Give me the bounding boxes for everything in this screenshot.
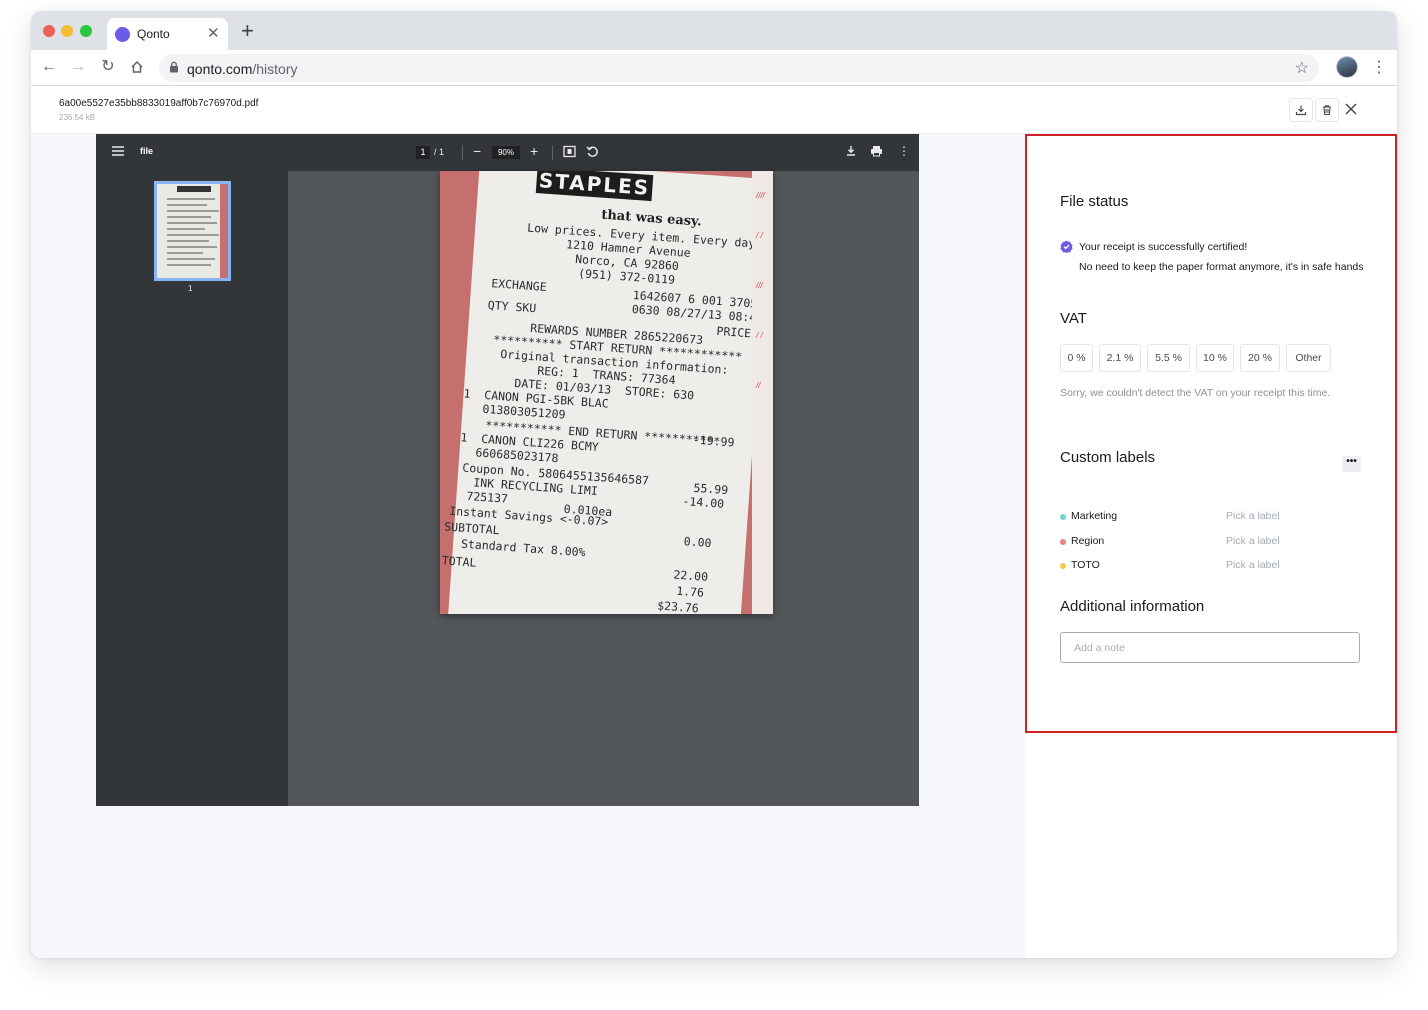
tab-close-icon[interactable]: ✕ [207,24,220,42]
custom-labels-more-button[interactable]: ••• [1342,456,1361,472]
vat-option-2-1[interactable]: 2.1 % [1099,344,1141,372]
bookmark-star-icon[interactable]: ☆ [1295,58,1309,78]
browser-tab[interactable]: Qonto ✕ [107,18,228,50]
file-status-title: File status [1060,193,1129,210]
custom-labels-title: Custom labels [1060,449,1156,466]
receipt-store-name: STAPLES [535,171,654,202]
profile-avatar[interactable] [1336,56,1358,78]
receipt-line: EXCHANGE [490,276,548,294]
file-size: 236.54 kB [59,113,96,122]
page-number-input[interactable]: 1 [416,146,430,159]
close-window-button[interactable] [43,25,55,37]
back-arrow-icon[interactable]: ← [39,57,59,77]
receipt-line: -19.99 [692,432,735,450]
pdf-more-options-icon[interactable]: ⋮ [898,143,910,159]
fit-page-icon[interactable] [563,145,576,158]
rotate-icon[interactable] [586,145,599,158]
vat-option-0[interactable]: 0 % [1060,344,1093,372]
receipt-line: TOTAL [441,553,477,570]
new-tab-icon[interactable]: + [241,20,254,42]
download-icon [1295,105,1307,116]
toolbar-divider [552,145,553,160]
hamburger-menu-icon[interactable] [112,146,124,156]
tab-title: Qonto [137,27,170,41]
page-total: / 1 [434,147,445,157]
label-color-dot [1060,514,1066,520]
download-button[interactable] [1289,98,1313,122]
receipt-details-panel: File status Your receipt is successfully… [1025,134,1397,958]
trash-icon [1323,105,1331,116]
label-name: Marketing [1071,510,1118,522]
browser-window: Qonto ✕ + ← → ↻ qonto.com/history ☆ ⋮ 6a… [31,11,1397,958]
pdf-toolbar: file 1 / 1 − 90% + ⋮ [96,134,919,171]
note-input[interactable] [1060,632,1360,663]
pdf-viewer[interactable]: file 1 / 1 − 90% + ⋮ 1 STAPLES that was … [96,134,919,806]
zoom-in-icon[interactable]: + [530,143,538,159]
receipt-line: SUBTOTAL [443,519,501,538]
page-thumbnail[interactable] [154,181,231,281]
qonto-favicon-icon [115,27,130,42]
pdf-download-icon[interactable] [845,145,857,157]
close-icon[interactable] [1344,102,1358,116]
address-bar[interactable]: qonto.com/history ☆ [159,54,1319,82]
receipt-line: 22.00 [672,567,709,584]
receipt-line: QTY SKU [487,297,537,316]
delete-button[interactable] [1315,98,1339,122]
label-color-dot [1060,539,1066,545]
receipt-line: 1.76 [675,583,705,600]
vat-option-5-5[interactable]: 5.5 % [1147,344,1190,372]
receipt-line: -14.00 [682,493,725,511]
label-name: TOTO [1071,559,1100,571]
print-icon[interactable] [870,145,883,157]
home-icon[interactable] [127,57,147,77]
file-header: 6a00e5527e35bb8833019aff0b7c76970d.pdf 2… [31,86,1397,134]
receipt-line: $23.76 [656,598,700,614]
pdf-file-label: file [140,146,154,156]
pick-label-dropdown[interactable]: Pick a label [1226,559,1280,571]
pick-label-dropdown[interactable]: Pick a label [1226,535,1280,547]
receipt-line: Standard Tax 8.00% [460,536,586,560]
zoom-out-icon[interactable]: − [473,143,481,159]
receipt-line: PRICE [716,323,752,341]
minimize-window-button[interactable] [61,25,73,37]
forward-arrow-icon[interactable]: → [68,57,88,77]
reload-icon[interactable]: ↻ [98,57,118,77]
receipt-line: 0.00 [683,534,712,551]
receipt-line: 725137 [465,488,509,506]
label-name: Region [1071,535,1105,547]
verified-badge-icon [1060,240,1073,253]
additional-information-title: Additional information [1060,598,1205,615]
browser-toolbar: ← → ↻ qonto.com/history ☆ ⋮ [31,50,1397,86]
label-row-toto: TOTO Pick a label [1060,559,1360,573]
vat-option-10[interactable]: 10 % [1196,344,1234,372]
receipt-image: STAPLES that was easy. Low prices. Every… [441,171,772,614]
maximize-window-button[interactable] [80,25,92,37]
toolbar-divider [462,145,463,160]
receipt-back-strip: //// / / /// / / // [752,171,773,614]
browser-menu-icon[interactable]: ⋮ [1371,57,1387,77]
vat-title: VAT [1060,310,1087,327]
thumbnail-page-number: 1 [188,284,193,293]
pdf-page: STAPLES that was easy. Low prices. Every… [440,171,773,614]
vat-detection-note: Sorry, we couldn't detect the VAT on you… [1060,387,1331,399]
zoom-level-input[interactable]: 90% [492,146,520,159]
pdf-thumbnail-sidebar: 1 [96,171,288,806]
label-color-dot [1060,563,1066,569]
tab-bar: Qonto ✕ + [31,11,1397,50]
certification-message: Your receipt is successfully certified! [1079,241,1248,253]
vat-option-other[interactable]: Other [1286,344,1331,372]
vat-option-20[interactable]: 20 % [1240,344,1280,372]
label-row-region: Region Pick a label [1060,535,1360,549]
certification-detail: No need to keep the paper format anymore… [1079,261,1364,273]
url-text: qonto.com/history [187,61,298,77]
label-row-marketing: Marketing Pick a label [1060,510,1360,524]
file-name: 6a00e5527e35bb8833019aff0b7c76970d.pdf [59,98,259,109]
lock-icon [170,61,178,73]
pick-label-dropdown[interactable]: Pick a label [1226,510,1280,522]
